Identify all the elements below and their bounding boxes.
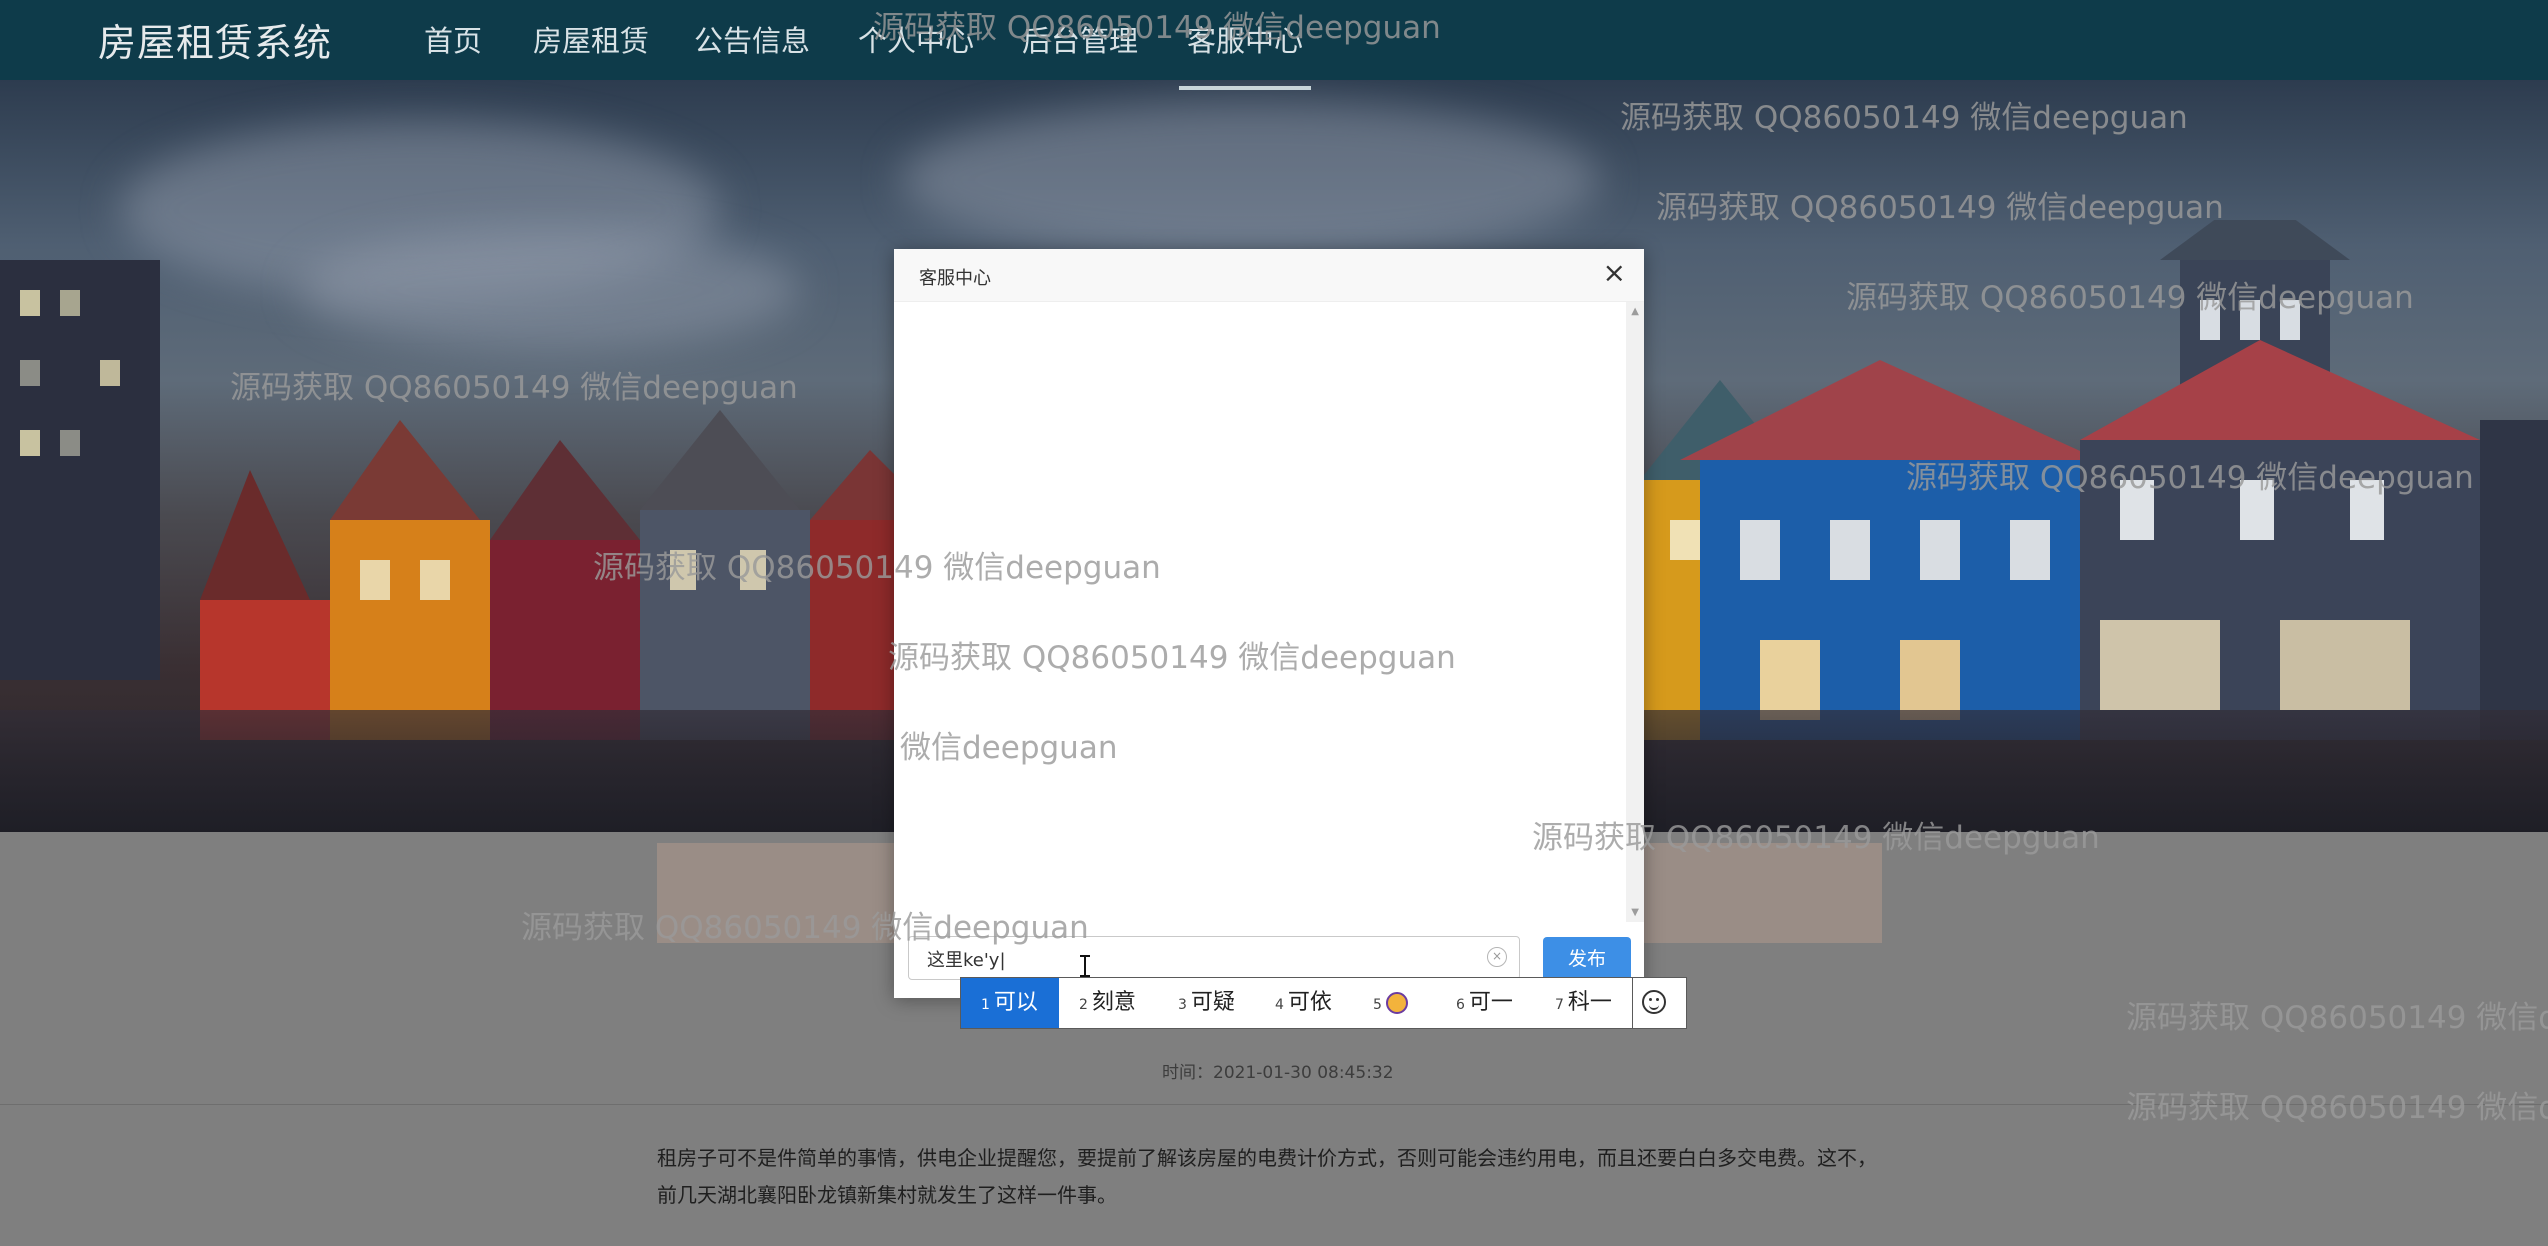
ime-candidate-4[interactable]: 4 可依 bbox=[1275, 978, 1332, 1028]
scroll-down-arrow-icon[interactable]: ▼ bbox=[1631, 907, 1639, 918]
ime-candidate-6[interactable]: 6 可一 bbox=[1456, 978, 1513, 1028]
nav-customer-service[interactable]: 客服中心 bbox=[1178, 18, 1312, 90]
customer-service-dialog: 客服中心 × ▲ ▼ × 发布 bbox=[894, 249, 1644, 998]
site-brand[interactable]: 房屋租赁系统 bbox=[98, 12, 332, 67]
ime-candidate-3[interactable]: 3 可疑 bbox=[1178, 978, 1235, 1028]
ime-candidate-5[interactable]: 5 bbox=[1373, 978, 1408, 1028]
ime-candidate-bar: 1 可以 2 刻意 3 可疑 4 可依 5 6 可一 7 科一 bbox=[960, 977, 1687, 1029]
nav-rental[interactable]: 房屋租赁 bbox=[533, 18, 649, 60]
ime-candidate-2[interactable]: 2 刻意 bbox=[1079, 978, 1136, 1028]
chat-scrollbar[interactable]: ▲ ▼ bbox=[1626, 302, 1644, 922]
ime-separator bbox=[1632, 978, 1633, 1028]
close-icon[interactable]: × bbox=[1603, 259, 1626, 287]
ime-candidate-1[interactable]: 1 可以 bbox=[961, 978, 1059, 1028]
dialog-title: 客服中心 bbox=[919, 268, 991, 289]
chat-input[interactable] bbox=[925, 945, 1469, 973]
nav-admin[interactable]: 后台管理 bbox=[1022, 18, 1138, 60]
chat-input-wrapper: × bbox=[908, 936, 1520, 980]
top-navigation: 房屋租赁系统 首页 房屋租赁 公告信息 个人中心 后台管理 客服中心 bbox=[0, 0, 2548, 90]
badge-icon bbox=[1385, 992, 1408, 1014]
dialog-header: 客服中心 × bbox=[894, 249, 1644, 302]
publish-time: 时间：2021-01-30 08:45:32 bbox=[1162, 1063, 1394, 1083]
text-cursor-icon bbox=[1080, 955, 1090, 977]
chat-message-area[interactable] bbox=[894, 302, 1644, 922]
smiley-icon[interactable] bbox=[1642, 990, 1666, 1014]
nav-announcements[interactable]: 公告信息 bbox=[694, 18, 810, 60]
ime-candidate-7[interactable]: 7 科一 bbox=[1555, 978, 1612, 1028]
scroll-up-arrow-icon[interactable]: ▲ bbox=[1631, 306, 1639, 317]
publish-button[interactable]: 发布 bbox=[1543, 937, 1631, 981]
divider bbox=[0, 1104, 2548, 1105]
nav-home[interactable]: 首页 bbox=[424, 18, 482, 60]
nav-personal-center[interactable]: 个人中心 bbox=[858, 18, 974, 60]
article-body: 租房子可不是件简单的事情，供电企业提醒您，要提前了解该房屋的电费计价方式，否则可… bbox=[657, 1146, 1877, 1207]
clear-input-icon[interactable]: × bbox=[1487, 947, 1507, 967]
